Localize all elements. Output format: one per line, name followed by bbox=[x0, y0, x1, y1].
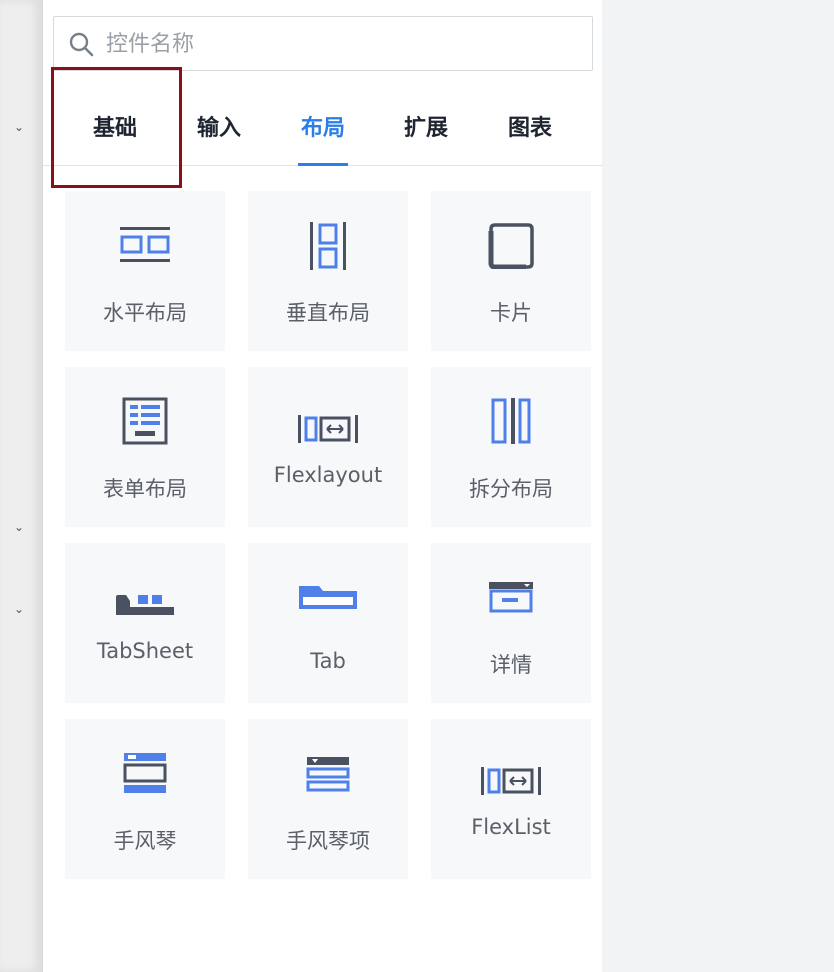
component-label: 拆分布局 bbox=[469, 477, 553, 501]
card-icon bbox=[488, 223, 534, 269]
component-accordion[interactable]: 手风琴 bbox=[65, 719, 225, 879]
tab-label: 输入 bbox=[196, 116, 241, 141]
component-tabsheet[interactable]: TabSheet bbox=[65, 543, 225, 703]
detail-icon bbox=[489, 582, 533, 613]
component-vertical-layout[interactable]: 垂直布局 bbox=[248, 191, 408, 351]
component-label: TabSheet bbox=[96, 639, 194, 663]
chevron-down-icon[interactable]: ⌄ bbox=[12, 520, 26, 534]
tab-layout[interactable]: 布局 bbox=[298, 110, 348, 166]
component-label: 表单布局 bbox=[103, 477, 187, 501]
component-flexlayout[interactable]: Flexlayout bbox=[248, 367, 408, 527]
vertical-layout-icon bbox=[310, 222, 346, 270]
component-detail[interactable]: 详情 bbox=[431, 543, 591, 703]
component-card[interactable]: 卡片 bbox=[431, 191, 591, 351]
tabsheet-icon bbox=[116, 595, 174, 615]
component-label: 垂直布局 bbox=[286, 301, 370, 325]
component-form-layout[interactable]: 表单布局 bbox=[65, 367, 225, 527]
flexlist-icon bbox=[481, 767, 541, 795]
tab-input[interactable]: 输入 bbox=[186, 110, 252, 166]
search-icon bbox=[69, 32, 94, 57]
split-layout-icon bbox=[491, 398, 531, 444]
search-input[interactable] bbox=[106, 23, 576, 65]
component-split-layout[interactable]: 拆分布局 bbox=[431, 367, 591, 527]
component-label: Flexlayout bbox=[273, 463, 383, 487]
left-sidebar-edge: ⌄ ⌄ ⌄ bbox=[0, 0, 42, 972]
form-layout-icon bbox=[122, 397, 168, 445]
tab-icon bbox=[299, 586, 357, 609]
search-box[interactable] bbox=[53, 16, 593, 71]
tab-label: 布局 bbox=[300, 116, 345, 141]
tab-basic[interactable]: 基础 bbox=[82, 110, 148, 166]
tab-label: 扩展 bbox=[403, 116, 448, 141]
tab-chart[interactable]: 图表 bbox=[497, 110, 563, 166]
component-label: Tab bbox=[310, 649, 346, 673]
component-label: 水平布局 bbox=[103, 301, 187, 325]
tab-label: 基础 bbox=[92, 116, 137, 141]
component-label: 详情 bbox=[490, 653, 532, 677]
category-tabs: 基础 输入 布局 扩展 图表 bbox=[43, 80, 603, 166]
component-palette: 基础 输入 布局 扩展 图表 水平布局 bbox=[42, 0, 603, 972]
tab-label: 图表 bbox=[507, 116, 552, 141]
horizontal-layout-icon bbox=[120, 227, 170, 262]
component-label: FlexList bbox=[471, 815, 551, 839]
tab-extension[interactable]: 扩展 bbox=[393, 110, 459, 166]
chevron-down-icon[interactable]: ⌄ bbox=[12, 602, 26, 616]
accordion-item-icon bbox=[306, 757, 350, 792]
component-label: 手风琴 bbox=[113, 829, 177, 853]
active-tab-indicator bbox=[298, 163, 348, 166]
chevron-down-icon[interactable]: ⌄ bbox=[12, 120, 26, 134]
canvas-area bbox=[602, 0, 834, 972]
component-tab[interactable]: Tab bbox=[248, 543, 408, 703]
component-label: 手风琴项 bbox=[286, 829, 370, 853]
flexlayout-icon bbox=[298, 415, 358, 443]
component-label: 卡片 bbox=[490, 301, 532, 325]
component-flexlist[interactable]: FlexList bbox=[431, 719, 591, 879]
component-accordion-item[interactable]: 手风琴项 bbox=[248, 719, 408, 879]
accordion-icon bbox=[123, 753, 167, 793]
component-horizontal-layout[interactable]: 水平布局 bbox=[65, 191, 225, 351]
